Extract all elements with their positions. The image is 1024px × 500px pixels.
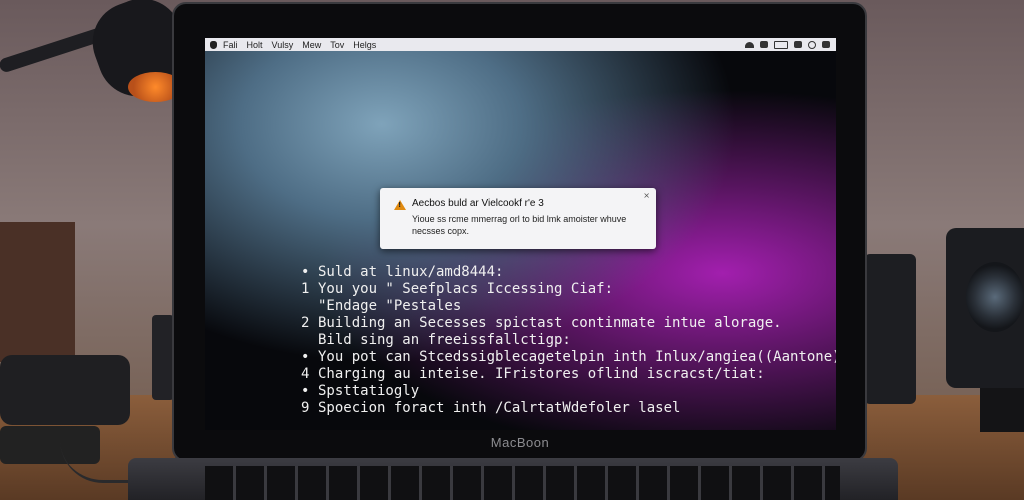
line-text: You pot can Stcedssigblecagetelpin inth … xyxy=(318,349,836,365)
terminal-line: • You pot can Stcedssigblecagetelpin inth… xyxy=(301,349,836,366)
line-text: Building an Secesses spictast continmate… xyxy=(318,315,782,331)
line-text: Charging au inteise. IFristores oflind i… xyxy=(318,366,765,382)
menu-item-5[interactable]: Tov xyxy=(330,40,344,50)
terminal-line: • Suld at linux/amd8444: xyxy=(301,264,836,281)
menu-item-6[interactable]: Helgs xyxy=(353,40,376,50)
line-text: Bild sing an freeissfallctigp: xyxy=(318,332,571,348)
dialog-message: Yioue ss rcme mmerrag orl to bid lmk amo… xyxy=(412,214,627,236)
terminal-line: 4 Charging au inteise. IFristores oflind … xyxy=(301,366,836,383)
dialog-close-button[interactable]: × xyxy=(643,191,650,200)
right-small-speaker xyxy=(864,254,916,404)
line-marker: 2 xyxy=(301,315,310,331)
line-text: You you " Seefplacs Iccessing Ciaf: xyxy=(318,281,614,297)
laptop-screen: Fali Holt Vulsy Mew Tov Helgs Aecbos bul… xyxy=(205,38,836,430)
wifi-icon[interactable] xyxy=(745,41,754,48)
line-marker: • xyxy=(301,349,310,365)
dialog-title: Aecbos buld ar Vielcookf r'e 3 xyxy=(412,198,544,209)
terminal-output: • Suld at linux/amd8444: 1 You you " Seefp… xyxy=(301,264,836,417)
left-wooden-box xyxy=(0,222,75,362)
line-text: Suld at linux/amd8444: xyxy=(318,264,504,280)
terminal-line: 2 Building an Secesses spictast continmat… xyxy=(301,315,836,332)
status-icons xyxy=(745,40,830,49)
control-center-icon[interactable] xyxy=(794,41,802,48)
left-speaker xyxy=(152,315,174,400)
line-text: "Endage "Pestales xyxy=(318,298,462,314)
line-marker: 1 xyxy=(301,281,310,297)
menu-item-2[interactable]: Holt xyxy=(247,40,263,50)
menu-item-3[interactable]: Vulsy xyxy=(272,40,294,50)
volume-icon[interactable] xyxy=(760,41,768,48)
menu-item-4[interactable]: Mew xyxy=(302,40,321,50)
apple-menu-icon[interactable] xyxy=(210,40,217,49)
line-marker: 4 xyxy=(301,366,310,382)
terminal-line: 9 Spoecion foract inth /CalrtatWdefoler l… xyxy=(301,400,836,417)
terminal-line: "Endage "Pestales xyxy=(301,298,836,315)
menu-item-1[interactable]: Fali xyxy=(223,40,238,50)
speaker-cone xyxy=(966,262,1024,332)
line-marker: • xyxy=(301,383,310,399)
laptop-brand-label: MacBoon xyxy=(490,435,550,450)
line-text: Spoecion foract inth /CalrtatWdefoler la… xyxy=(318,400,681,416)
line-text: Spsttatiogly xyxy=(318,383,420,399)
left-speaker-base xyxy=(0,355,130,425)
menu-bar: Fali Holt Vulsy Mew Tov Helgs xyxy=(205,38,836,51)
terminal-line: Bild sing an freeissfallctigp: xyxy=(301,332,836,349)
battery-icon[interactable] xyxy=(774,40,788,49)
speaker-stand xyxy=(980,388,1024,432)
line-marker: 9 xyxy=(301,400,310,416)
alert-dialog[interactable]: Aecbos buld ar Vielcookf r'e 3 × Yioue s… xyxy=(380,188,656,249)
notification-icon[interactable] xyxy=(822,41,830,48)
keyboard[interactable] xyxy=(205,466,840,500)
terminal-line: 1 You you " Seefplacs Iccessing Ciaf: xyxy=(301,281,836,298)
terminal-line: • Spsttatiogly xyxy=(301,383,836,400)
search-icon[interactable] xyxy=(808,40,816,49)
warning-icon xyxy=(394,200,406,210)
line-marker: • xyxy=(301,264,310,280)
